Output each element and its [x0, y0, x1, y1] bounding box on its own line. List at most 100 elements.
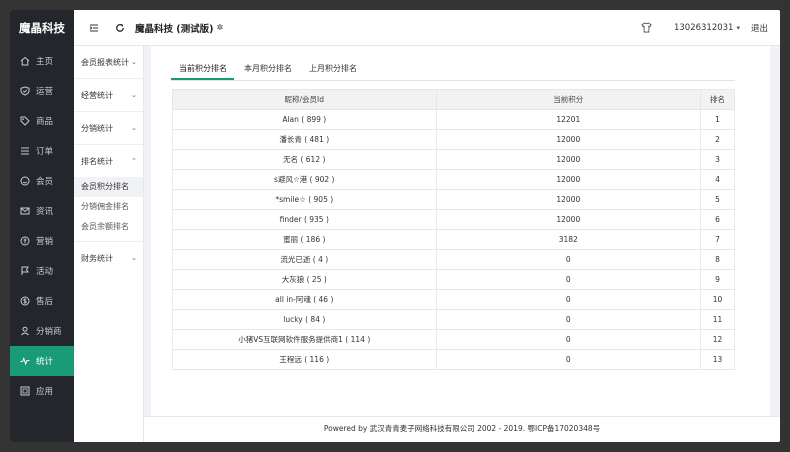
table-row: s避风☆港 ( 902 ) 12000 4 [172, 169, 735, 190]
cell-points: 12000 [435, 149, 702, 170]
cell-member: 王程远 ( 116 ) [172, 349, 437, 370]
cell-rank: 10 [700, 289, 735, 310]
cell-member: Alan ( 899 ) [172, 109, 437, 130]
subnav-group-title[interactable]: 排名统计 ⌃ [74, 145, 143, 177]
nav-item-apps[interactable]: 应用 [10, 376, 74, 406]
subnav-item-balance-rank[interactable]: 会员余额排名 [74, 217, 143, 237]
subnav-group-title[interactable]: 分销统计 ⌄ [74, 112, 143, 144]
subnav-group-label: 排名统计 [81, 156, 113, 166]
nav-item-activities[interactable]: 活动 [10, 256, 74, 286]
mail-icon [20, 206, 30, 216]
tag-icon [20, 116, 30, 126]
column-header-member: 昵称/会员Id [172, 89, 437, 110]
cell-points: 12201 [435, 109, 702, 130]
nav-item-news[interactable]: 资讯 [10, 196, 74, 226]
nav-label: 主页 [36, 57, 54, 67]
chevron-down-icon: ⌄ [131, 124, 137, 132]
pulse-icon [20, 356, 30, 366]
subnav-item-member-points-rank[interactable]: 会员积分排名 [74, 177, 143, 197]
subnav-group-title[interactable]: 会员报表统计 ⌄ [74, 46, 143, 78]
nav-label: 应用 [36, 387, 54, 397]
nav-item-members[interactable]: 会员 [10, 166, 74, 196]
column-header-rank: 排名 [700, 89, 735, 110]
cell-rank: 13 [700, 349, 735, 370]
table-row: Alan ( 899 ) 12201 1 [172, 109, 735, 130]
nav-label: 售后 [36, 297, 54, 307]
nav-label: 活动 [36, 267, 54, 277]
top-bar: 魔晶科技 (测试版) ✲ 13026312031 ▾ 退出 [74, 10, 780, 46]
cell-rank: 8 [700, 249, 735, 270]
tshirt-icon[interactable] [641, 22, 652, 33]
table-row: 小猪VS互联网软件服务提供商1 ( 114 ) 0 12 [172, 329, 735, 350]
subnav-item-commission-rank[interactable]: 分销佣金排名 [74, 197, 143, 217]
flag-icon [20, 266, 30, 276]
cell-points: 0 [435, 349, 702, 370]
chevron-down-icon: ⌄ [131, 91, 137, 99]
subnav-group-title[interactable]: 经营统计 ⌄ [74, 79, 143, 111]
coin-icon [20, 236, 30, 246]
dollar-icon [20, 296, 30, 306]
tab-last-month-points[interactable]: 上月积分排名 [302, 60, 364, 80]
nav-label: 商品 [36, 117, 54, 127]
table-row: 流光已逝 ( 4 ) 0 8 [172, 249, 735, 270]
subnav-group-title[interactable]: 财务统计 ⌄ [74, 242, 143, 274]
cell-points: 0 [435, 289, 702, 310]
nav-item-products[interactable]: 商品 [10, 106, 74, 136]
subnav-group-distribution: 分销统计 ⌄ [74, 112, 143, 145]
table-row: 蜜丽 ( 186 ) 3182 7 [172, 229, 735, 250]
nav-item-home[interactable]: 主页 [10, 46, 74, 76]
column-header-points: 当前积分 [435, 89, 702, 110]
nav-label: 会员 [36, 177, 54, 187]
cell-rank: 12 [700, 329, 735, 350]
main-sidebar: 魔晶科技 主页 运营 商品 订单 会员 资讯 营销 活动 售后 分销商 统计 应… [10, 10, 74, 442]
nav-item-operations[interactable]: 运营 [10, 76, 74, 106]
table-body: Alan ( 899 ) 12201 1 潘长青 ( 481 ) 12000 2 无名 ( … [172, 109, 735, 370]
cell-points: 0 [435, 329, 702, 350]
cell-rank: 7 [700, 229, 735, 250]
cell-points: 12000 [435, 189, 702, 210]
nav-item-aftersales[interactable]: 售后 [10, 286, 74, 316]
shield-icon [20, 86, 30, 96]
subnav-group-finance: 财务统计 ⌄ [74, 242, 143, 274]
nav-item-distributors[interactable]: 分销商 [10, 316, 74, 346]
settings-gear-icon[interactable]: ✲ [217, 23, 224, 32]
sub-sidebar: 会员报表统计 ⌄ 经营统计 ⌄ 分销统计 ⌄ 排名统计 ⌃ 会员积分排名 分销佣… [74, 46, 144, 442]
nav-item-orders[interactable]: 订单 [10, 136, 74, 166]
logout-link[interactable]: 退出 [751, 22, 768, 34]
nav-item-statistics[interactable]: 统计 [10, 346, 74, 376]
nav-label: 分销商 [36, 327, 62, 337]
table-row: 王程远 ( 116 ) 0 13 [172, 349, 735, 370]
cell-member: 大灰狼 ( 25 ) [172, 269, 437, 290]
user-account-phone[interactable]: 13026312031 [674, 23, 734, 33]
menu-toggle-icon[interactable] [89, 23, 99, 33]
home-icon [20, 56, 30, 66]
cell-member: 无名 ( 612 ) [172, 149, 437, 170]
cell-rank: 11 [700, 309, 735, 330]
subnav-group-member-report: 会员报表统计 ⌄ [74, 46, 143, 79]
cell-rank: 2 [700, 129, 735, 150]
table-row: finder ( 935 ) 12000 6 [172, 209, 735, 230]
cell-points: 3182 [435, 229, 702, 250]
top-bar-right: 13026312031 ▾ 退出 [641, 22, 780, 34]
table-row: *smile☆ ( 905 ) 12000 5 [172, 189, 735, 210]
chevron-down-icon: ⌄ [131, 254, 137, 262]
cell-member: lucky ( 84 ) [172, 309, 437, 330]
main-panel: 当前积分排名 本月积分排名 上月积分排名 昵称/会员Id 当前积分 排名 Ala… [151, 46, 770, 416]
subnav-group-ranking: 排名统计 ⌃ 会员积分排名 分销佣金排名 会员余额排名 [74, 145, 143, 242]
nav-label: 资讯 [36, 207, 54, 217]
chevron-down-icon[interactable]: ▾ [736, 24, 740, 32]
table-header-row: 昵称/会员Id 当前积分 排名 [172, 89, 735, 110]
cell-member: 蜜丽 ( 186 ) [172, 229, 437, 250]
nav-item-marketing[interactable]: 营销 [10, 226, 74, 256]
cell-member: all in-阿魂 ( 46 ) [172, 289, 437, 310]
tab-this-month-points[interactable]: 本月积分排名 [237, 60, 299, 80]
subnav-group-label: 财务统计 [81, 253, 113, 263]
store-name: 魔晶科技 (测试版) [135, 23, 214, 35]
cell-rank: 4 [700, 169, 735, 190]
cell-member: 潘长青 ( 481 ) [172, 129, 437, 150]
tab-current-points[interactable]: 当前积分排名 [171, 60, 234, 80]
brand-logo: 魔晶科技 [19, 21, 65, 35]
page-footer: Powered by 武汉青青麦子网络科技有限公司 2002 - 2019. 鄂… [144, 416, 780, 442]
nav-label: 运营 [36, 87, 54, 97]
refresh-icon[interactable] [115, 23, 125, 33]
